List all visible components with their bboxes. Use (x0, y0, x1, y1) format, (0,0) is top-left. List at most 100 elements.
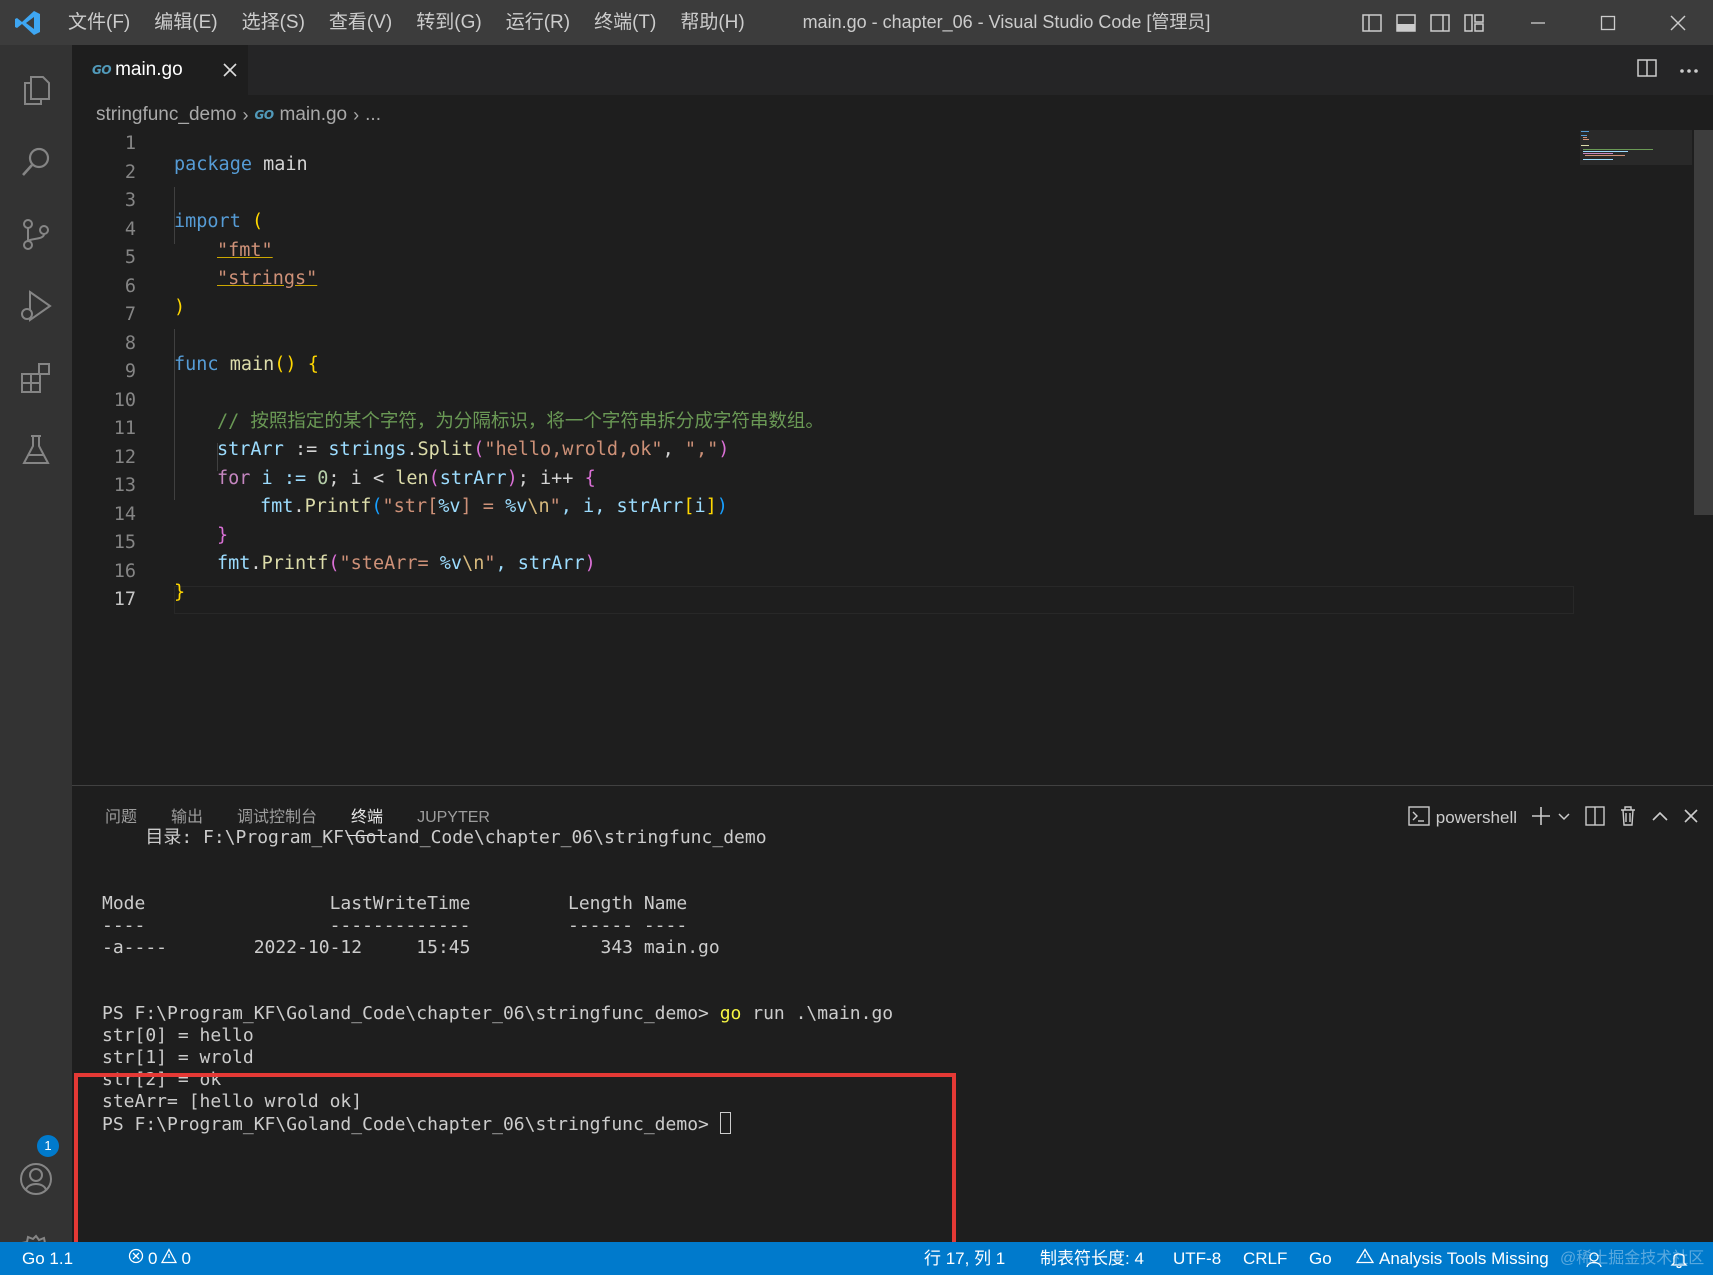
toggle-primary-sidebar-icon[interactable] (1360, 11, 1384, 35)
line-number: 12 (113, 446, 136, 468)
customize-layout-icon[interactable] (1462, 11, 1486, 35)
minimize-icon[interactable] (1503, 0, 1573, 45)
menu-view[interactable]: 查看(V) (317, 0, 404, 45)
terminal-dir-line: 目录: F:\Program_KF\Goland_Code\chapter_06… (102, 827, 767, 848)
toggle-panel-icon[interactable] (1394, 11, 1418, 35)
line-number: 14 (113, 503, 136, 525)
line-number: 5 (124, 247, 136, 268)
layout-controls (1360, 0, 1486, 45)
error-count: 0 (148, 1249, 158, 1268)
panel-actions: powershell (1408, 802, 1699, 834)
warning-icon (1355, 1242, 1375, 1275)
terminal-output-line: str[2] = ok (102, 1069, 222, 1090)
menu-bar: 文件(F) 编辑(E) 选择(S) 查看(V) 转到(G) 运行(R) 终端(T… (56, 0, 757, 45)
editor-tab-bar: GO main.go (72, 45, 1713, 95)
chevron-right-icon: › (242, 104, 249, 125)
terminal-header: Mode LastWriteTime Length Name (102, 893, 688, 914)
menu-go[interactable]: 转到(G) (404, 0, 493, 45)
trash-icon[interactable] (1619, 805, 1637, 831)
line-number: 1 (124, 133, 136, 154)
search-icon[interactable] (0, 126, 72, 198)
maximize-icon[interactable] (1573, 0, 1643, 45)
warning-count: 0 (181, 1249, 191, 1268)
terminal-cursor (719, 1112, 731, 1134)
menu-run[interactable]: 运行(R) (494, 0, 582, 45)
line-number: 4 (124, 218, 136, 240)
go-file-icon: GO (254, 108, 274, 122)
status-bar: Go 1.1 0 0 行 17, 列 1 制表符长度: 4 UTF-8 CRLF… (0, 1242, 1713, 1275)
terminal-icon (1408, 805, 1430, 831)
extensions-icon[interactable] (0, 342, 72, 414)
terminal-output-line: steArr= [hello wrold ok] (102, 1091, 363, 1112)
vscode-logo-icon (0, 0, 56, 45)
status-language[interactable]: Go (1309, 1242, 1332, 1275)
status-eol[interactable]: CRLF (1243, 1242, 1287, 1275)
explorer-icon[interactable] (0, 54, 72, 126)
chevron-down-icon[interactable] (1557, 809, 1571, 827)
tab-main-go[interactable]: GO main.go (72, 45, 248, 95)
menu-edit[interactable]: 编辑(E) (142, 0, 229, 45)
menu-file[interactable]: 文件(F) (56, 0, 142, 45)
code-editor[interactable]: 1 package main 2 3 import ( 4 "fmt" 5 "s… (72, 130, 1713, 785)
menu-selection[interactable]: 选择(S) (230, 0, 317, 45)
split-terminal-icon[interactable] (1585, 805, 1605, 831)
source-control-icon[interactable] (0, 198, 72, 270)
breadcrumb-folder[interactable]: stringfunc_demo (96, 104, 236, 126)
title-bar: 文件(F) 编辑(E) 选择(S) 查看(V) 转到(G) 运行(R) 终端(T… (0, 0, 1713, 45)
terminal-output-line: str[0] = hello (102, 1025, 254, 1046)
terminal-input-line[interactable]: PS F:\Program_KF\Goland_Code\chapter_06\… (102, 1112, 731, 1137)
menu-terminal[interactable]: 终端(T) (582, 0, 668, 45)
split-editor-icon[interactable] (1637, 58, 1657, 82)
chevron-right-icon: › (353, 104, 360, 125)
accounts-badge: 1 (37, 1135, 59, 1157)
warning-icon (161, 1242, 178, 1275)
status-indent[interactable]: 制表符长度: 4 (1040, 1242, 1144, 1275)
terminal-dashes: ---- ------------- ------ ---- (102, 915, 688, 936)
toggle-secondary-sidebar-icon[interactable] (1428, 11, 1452, 35)
editor-scrollbar[interactable] (1694, 130, 1713, 515)
error-icon (128, 1242, 144, 1275)
run-debug-icon[interactable] (0, 270, 72, 342)
breadcrumb-file[interactable]: main.go (280, 104, 348, 126)
bottom-panel: 问题 输出 调试控制台 终端 JUPYTER powershell 目录: F:… (72, 785, 1713, 1242)
watermark: @稀土掘金技术社区 (1560, 1250, 1705, 1267)
close-icon[interactable] (218, 58, 242, 82)
status-problems[interactable]: 0 0 (128, 1242, 191, 1275)
status-position[interactable]: 行 17, 列 1 (924, 1242, 1005, 1275)
line-number: 9 (124, 361, 136, 382)
status-analysis-tools[interactable]: Analysis Tools Missing (1355, 1242, 1549, 1275)
line-number: 17 (113, 589, 136, 610)
terminal-entry: -a---- 2022-10-12 15:45 343 main.go (102, 937, 720, 958)
line-number: 2 (124, 161, 136, 183)
go-file-icon: GO (92, 63, 112, 77)
menu-help[interactable]: 帮助(H) (668, 0, 756, 45)
tab-label: main.go (115, 59, 183, 80)
window-controls (1503, 0, 1713, 45)
line-number: 8 (124, 332, 136, 354)
terminal-selector[interactable]: powershell (1408, 805, 1517, 831)
close-panel-icon[interactable] (1683, 808, 1699, 829)
editor-actions (1637, 45, 1699, 95)
status-go-version[interactable]: Go 1.1 (22, 1242, 73, 1275)
accounts-icon[interactable] (0, 1143, 72, 1215)
plus-icon[interactable] (1531, 806, 1551, 831)
terminal-output-line: str[1] = wrold (102, 1047, 254, 1068)
breadcrumb: stringfunc_demo › GO main.go › ... (96, 100, 381, 130)
line-number: 7 (124, 304, 136, 325)
line-number: 6 (124, 275, 136, 297)
activity-bar (0, 45, 72, 1269)
close-window-icon[interactable] (1643, 0, 1713, 45)
line-number: 11 (113, 418, 136, 439)
shell-name: powershell (1435, 808, 1517, 827)
testing-icon[interactable] (0, 414, 72, 486)
line-number: 10 (113, 389, 136, 411)
chevron-up-icon[interactable] (1651, 809, 1669, 827)
minimap[interactable] (1580, 130, 1690, 170)
line-number: 16 (113, 560, 136, 582)
status-encoding[interactable]: UTF-8 (1173, 1242, 1221, 1275)
line-number: 13 (113, 475, 136, 496)
breadcrumb-more[interactable]: ... (365, 104, 381, 126)
line-number: 3 (124, 190, 136, 211)
terminal-prompt-line: PS F:\Program_KF\Goland_Code\chapter_06\… (102, 1003, 894, 1024)
more-icon[interactable] (1679, 61, 1699, 79)
